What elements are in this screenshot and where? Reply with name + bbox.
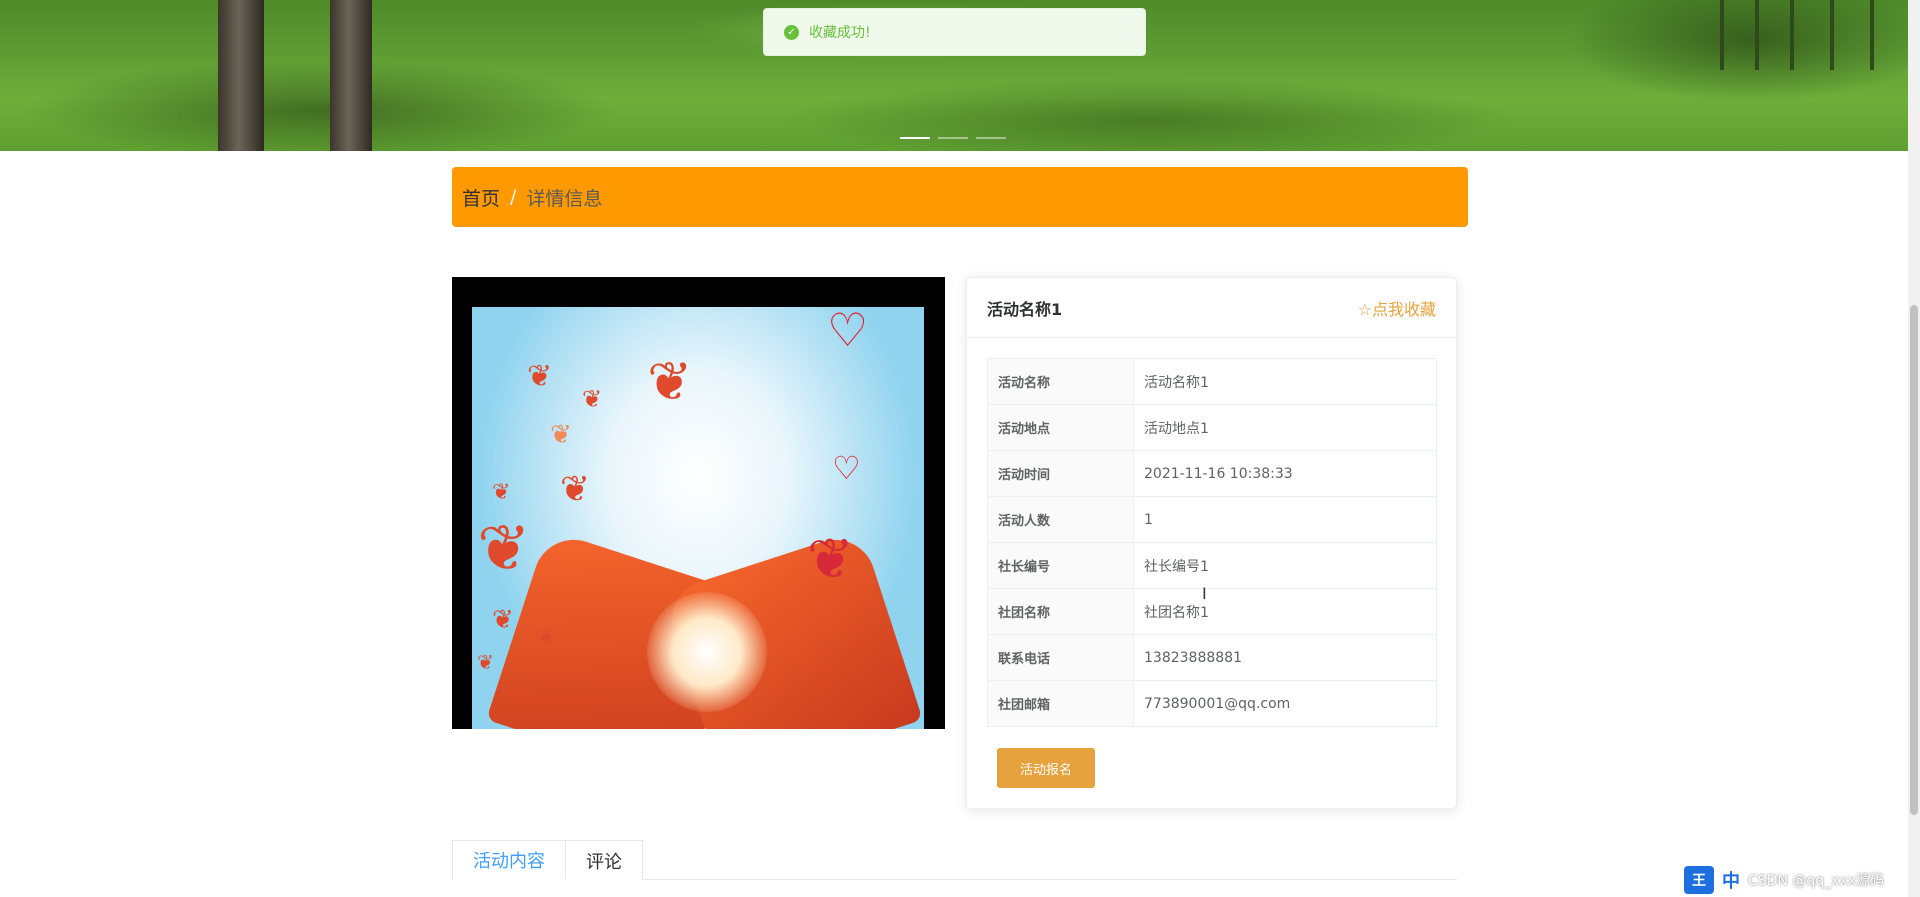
carousel-dot[interactable] xyxy=(976,137,1006,139)
detail-row-label: 活动名称 xyxy=(987,358,1134,405)
detail-row: 联系电话 13823888881 xyxy=(987,634,1437,681)
butterfly-icon: ❦ xyxy=(492,605,514,635)
bamboo xyxy=(1755,0,1759,70)
detail-row-value: 活动地点1 xyxy=(1133,404,1437,451)
heart-icon: ♡ xyxy=(832,449,861,487)
detail-row-value: 13823888881 xyxy=(1133,634,1437,681)
activity-info-card: 活动名称1 ☆点我收藏 活动名称 活动名称1 活动地点 活动地点1 活动时间 2021-1… xyxy=(966,277,1457,809)
butterfly-icon: ❦ xyxy=(527,359,553,394)
tab-activity-content[interactable]: 活动内容 xyxy=(452,840,566,880)
breadcrumb: 首页 / 详情信息 xyxy=(452,167,1468,227)
detail-row-value: 社团名称1 xyxy=(1133,588,1437,635)
heart-icon: ♡ xyxy=(827,307,869,357)
detail-row-label: 社团名称 xyxy=(987,588,1134,635)
detail-row: 活动时间 2021-11-16 10:38:33 xyxy=(987,450,1437,497)
detail-row-value: 社长编号1 xyxy=(1133,542,1437,589)
activity-image: ♡ ♡ ❦ ❦ ❦ ❦ ❦ ❦ ❦ ❦ ❦ ❦ ❦ xyxy=(452,277,945,729)
breadcrumb-separator: / xyxy=(510,186,517,208)
detail-row-value: 2021-11-16 10:38:33 xyxy=(1133,450,1437,497)
bamboo xyxy=(1830,0,1834,70)
detail-row-value: 773890001@qq.com xyxy=(1133,680,1437,727)
ime-toolbar: 王 中 CSDN @qq_xxx源码 xyxy=(1684,866,1884,894)
text-cursor-icon: I xyxy=(1202,584,1207,603)
butterfly-icon: ❦ xyxy=(537,625,556,650)
butterfly-icon: ❦ xyxy=(492,480,511,505)
signup-button[interactable]: 活动报名 xyxy=(997,748,1095,788)
favorite-button[interactable]: ☆点我收藏 xyxy=(1358,296,1436,320)
detail-row-value: 1 xyxy=(1133,496,1437,543)
butterfly-icon: ❦ xyxy=(477,650,494,674)
detail-row: 社团名称 社团名称1 xyxy=(987,588,1437,635)
carousel-indicators xyxy=(900,137,1006,139)
watermark-text: CSDN @qq_xxx源码 xyxy=(1748,873,1884,889)
detail-row-label: 联系电话 xyxy=(987,634,1134,681)
tab-comments[interactable]: 评论 xyxy=(566,840,643,880)
butterfly-icon: ❦ xyxy=(807,527,854,592)
detail-row: 活动人数 1 xyxy=(987,496,1437,543)
detail-row-label: 社长编号 xyxy=(987,542,1134,589)
butterfly-icon: ❦ xyxy=(582,385,603,413)
card-header: 活动名称1 ☆点我收藏 xyxy=(967,278,1456,338)
detail-row: 社长编号 社长编号1 xyxy=(987,542,1437,589)
bamboo xyxy=(1790,0,1794,70)
detail-row: 社团邮箱 773890001@qq.com xyxy=(987,680,1437,727)
detail-row: 活动名称 活动名称1 xyxy=(987,358,1437,405)
tree-trunk xyxy=(330,0,372,151)
butterfly-icon: ❦ xyxy=(647,350,693,413)
ime-mode-toggle[interactable]: 中 xyxy=(1722,867,1740,893)
detail-row-label: 活动人数 xyxy=(987,496,1134,543)
content-tabs: 活动内容 评论 xyxy=(452,840,1457,880)
detail-row-label: 活动时间 xyxy=(987,450,1134,497)
check-circle-icon: ✓ xyxy=(784,24,799,40)
tree-trunk xyxy=(218,0,264,151)
toast-message: 收藏成功! xyxy=(809,25,871,41)
bamboo xyxy=(1720,0,1724,70)
breadcrumb-current: 详情信息 xyxy=(526,187,603,210)
activity-image-content: ♡ ♡ ❦ ❦ ❦ ❦ ❦ ❦ ❦ ❦ ❦ ❦ ❦ xyxy=(472,307,924,729)
detail-row-label: 活动地点 xyxy=(987,404,1134,451)
activity-title: 活动名称1 xyxy=(987,299,1063,319)
detail-row-value: 活动名称1 xyxy=(1133,358,1437,405)
heart-glow-center xyxy=(647,592,767,712)
detail-row-label: 社团邮箱 xyxy=(987,680,1134,727)
carousel-dot[interactable] xyxy=(900,137,930,139)
ime-logo-icon[interactable]: 王 xyxy=(1684,866,1714,894)
page-scrollbar-thumb[interactable] xyxy=(1910,305,1918,815)
carousel-dot[interactable] xyxy=(938,137,968,139)
detail-row: 活动地点 活动地点1 xyxy=(987,404,1437,451)
bamboo xyxy=(1870,0,1874,70)
butterfly-icon: ❦ xyxy=(550,420,572,450)
butterfly-icon: ❦ xyxy=(477,512,531,586)
success-toast: ✓ 收藏成功! xyxy=(763,8,1146,56)
activity-detail-table: 活动名称 活动名称1 活动地点 活动地点1 活动时间 2021-11-16 10:38:3… xyxy=(987,358,1437,727)
butterfly-icon: ❦ xyxy=(560,469,591,510)
breadcrumb-home[interactable]: 首页 xyxy=(462,184,500,211)
